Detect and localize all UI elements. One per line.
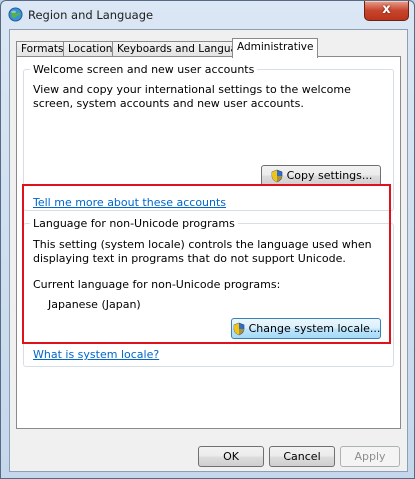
close-button[interactable]: x bbox=[364, 1, 409, 21]
copy-settings-button[interactable]: Copy settings... bbox=[261, 165, 381, 186]
globe-icon bbox=[8, 7, 23, 22]
tab-formats[interactable]: Formats bbox=[16, 41, 69, 57]
dialog-client-area: Formats Location Keyboards and Languages… bbox=[9, 29, 408, 472]
ok-button[interactable]: OK bbox=[198, 446, 264, 467]
welcome-accounts-help-link[interactable]: Tell me more about these accounts bbox=[33, 196, 226, 209]
ok-label: OK bbox=[223, 450, 239, 463]
apply-label: Apply bbox=[354, 450, 386, 463]
shield-icon bbox=[271, 169, 282, 182]
current-language-value: Japanese (Japan) bbox=[48, 298, 141, 311]
cancel-label: Cancel bbox=[283, 450, 321, 463]
tab-administrative[interactable]: Administrative bbox=[232, 38, 319, 58]
welcome-group-description: View and copy your international setting… bbox=[33, 83, 351, 110]
change-system-locale-label: Change system locale... bbox=[248, 322, 381, 335]
apply-button: Apply bbox=[340, 446, 400, 467]
copy-settings-label: Copy settings... bbox=[286, 169, 373, 182]
administrative-panel: Welcome screen and new user accounts Vie… bbox=[16, 56, 401, 429]
region-and-language-window: Region and Language x Formats Location K… bbox=[0, 0, 415, 479]
shield-icon bbox=[233, 322, 244, 335]
window-title: Region and Language bbox=[28, 8, 154, 22]
system-locale-help-link[interactable]: What is system locale? bbox=[33, 348, 159, 361]
current-language-label: Current language for non-Unicode program… bbox=[33, 278, 281, 291]
title-bar[interactable]: Region and Language x bbox=[1, 1, 414, 28]
tab-location[interactable]: Location bbox=[63, 41, 118, 57]
non-unicode-description: This setting (system locale) controls th… bbox=[33, 238, 372, 265]
welcome-group-legend: Welcome screen and new user accounts bbox=[33, 63, 255, 76]
cancel-button[interactable]: Cancel bbox=[269, 446, 335, 467]
non-unicode-group-legend: Language for non-Unicode programs bbox=[33, 217, 235, 230]
change-system-locale-button[interactable]: Change system locale... bbox=[231, 318, 381, 339]
close-icon: x bbox=[382, 2, 391, 17]
